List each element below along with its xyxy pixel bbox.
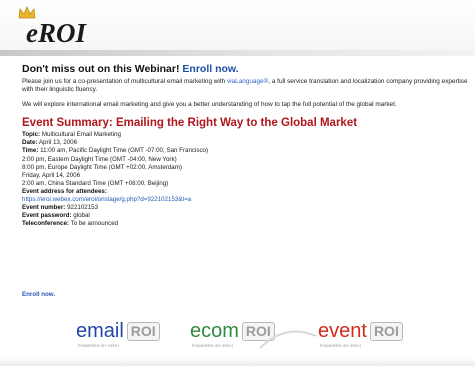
topic-value: Multicultural Email Marketing — [41, 131, 121, 139]
email-body: Don't miss out on this Webinar! Enroll n… — [22, 63, 472, 228]
enroll-now-link[interactable]: Enroll now. — [182, 63, 238, 75]
password-value: global — [73, 212, 90, 220]
swoosh-icon — [259, 330, 317, 349]
date-label: Date: — [22, 139, 38, 147]
event-roi-word: event — [318, 320, 367, 342]
number-row: Event number: 922102153 — [22, 204, 472, 212]
time-row: Time: 11:00 am, Pacific Daylight Time (G… — [22, 147, 472, 155]
address-row: https://eroi.webex.com/eroi/onstage/g.ph… — [22, 196, 472, 204]
date-row: Date: April 13, 2006 — [22, 139, 472, 147]
email-header: eROI — [0, 0, 475, 50]
teleconference-row: Teleconference: To be announced — [22, 220, 472, 228]
footer-brand-logos: email ROI POWERED BY EROI ecom ROI POWERED… — [0, 320, 475, 354]
time-row-4: Friday, April 14, 2006 — [22, 171, 81, 179]
time-label: Time: — [22, 147, 39, 155]
number-label: Event number: — [22, 204, 66, 212]
password-row: Event password: global — [22, 212, 472, 220]
topic-label: Topic: — [22, 131, 41, 139]
topic-row: Topic: Multicultural Email Marketing — [22, 131, 472, 139]
headline-text: Don't miss out on this Webinar! — [22, 63, 180, 75]
password-label: Event password: — [22, 212, 72, 220]
header-band — [0, 50, 475, 56]
email-roi-word: email — [76, 320, 124, 342]
ecom-roi-powered: POWERED BY EROI — [192, 343, 233, 348]
event-summary-title: Event Summary: Emailing the Right Way to… — [22, 117, 358, 130]
address-label: Event address for attendees: — [22, 187, 107, 195]
webinar-headline: Don't miss out on this Webinar! Enroll n… — [22, 63, 472, 76]
time-row-3: 8:00 pm, Europe Daylight Time (GMT +02:0… — [22, 163, 182, 171]
email-roi-box: ROI — [126, 322, 160, 341]
eroi-logo[interactable]: eROI — [26, 18, 86, 49]
event-roi-powered: POWERED BY EROI — [320, 343, 361, 348]
event-roi-box: ROI — [369, 322, 403, 341]
ecom-roi-word: ecom — [190, 320, 239, 342]
intro-text-1: Please join us for a co-presentation of … — [22, 78, 226, 85]
address-label-row: Event address for attendees: — [22, 188, 472, 196]
intro-paragraph-2: We will explore international email mark… — [22, 100, 397, 108]
event-details: Topic: Multicultural Email Marketing Dat… — [22, 131, 472, 228]
email-roi-logo[interactable]: email ROI POWERED BY EROI — [76, 320, 160, 354]
time-value: 11:00 am, Pacific Daylight Time (GMT -07… — [40, 147, 209, 155]
teleconference-value: To be announced — [70, 220, 119, 228]
email-roi-powered: POWERED BY EROI — [78, 343, 119, 348]
time-row-5: 2:00 am, China Standard Time (GMT +08:00… — [22, 179, 169, 187]
enroll-now-bottom-link[interactable]: Enroll now. — [22, 291, 55, 298]
footer-bar — [0, 358, 475, 366]
vialanguage-link[interactable]: viaLanguage® — [227, 78, 268, 85]
date-value: April 13, 2006 — [38, 139, 78, 147]
event-roi-logo[interactable]: event ROI POWERED BY EROI — [318, 320, 403, 354]
event-address-link[interactable]: https://eroi.webex.com/eroi/onstage/g.ph… — [22, 196, 191, 203]
intro-paragraph: Please join us for a co-presentation of … — [22, 78, 472, 95]
time-row-2: 2:00 pm, Eastern Daylight Time (GMT -04:… — [22, 155, 177, 163]
teleconference-label: Teleconference: — [22, 220, 69, 228]
number-value: 922102153 — [67, 204, 99, 212]
